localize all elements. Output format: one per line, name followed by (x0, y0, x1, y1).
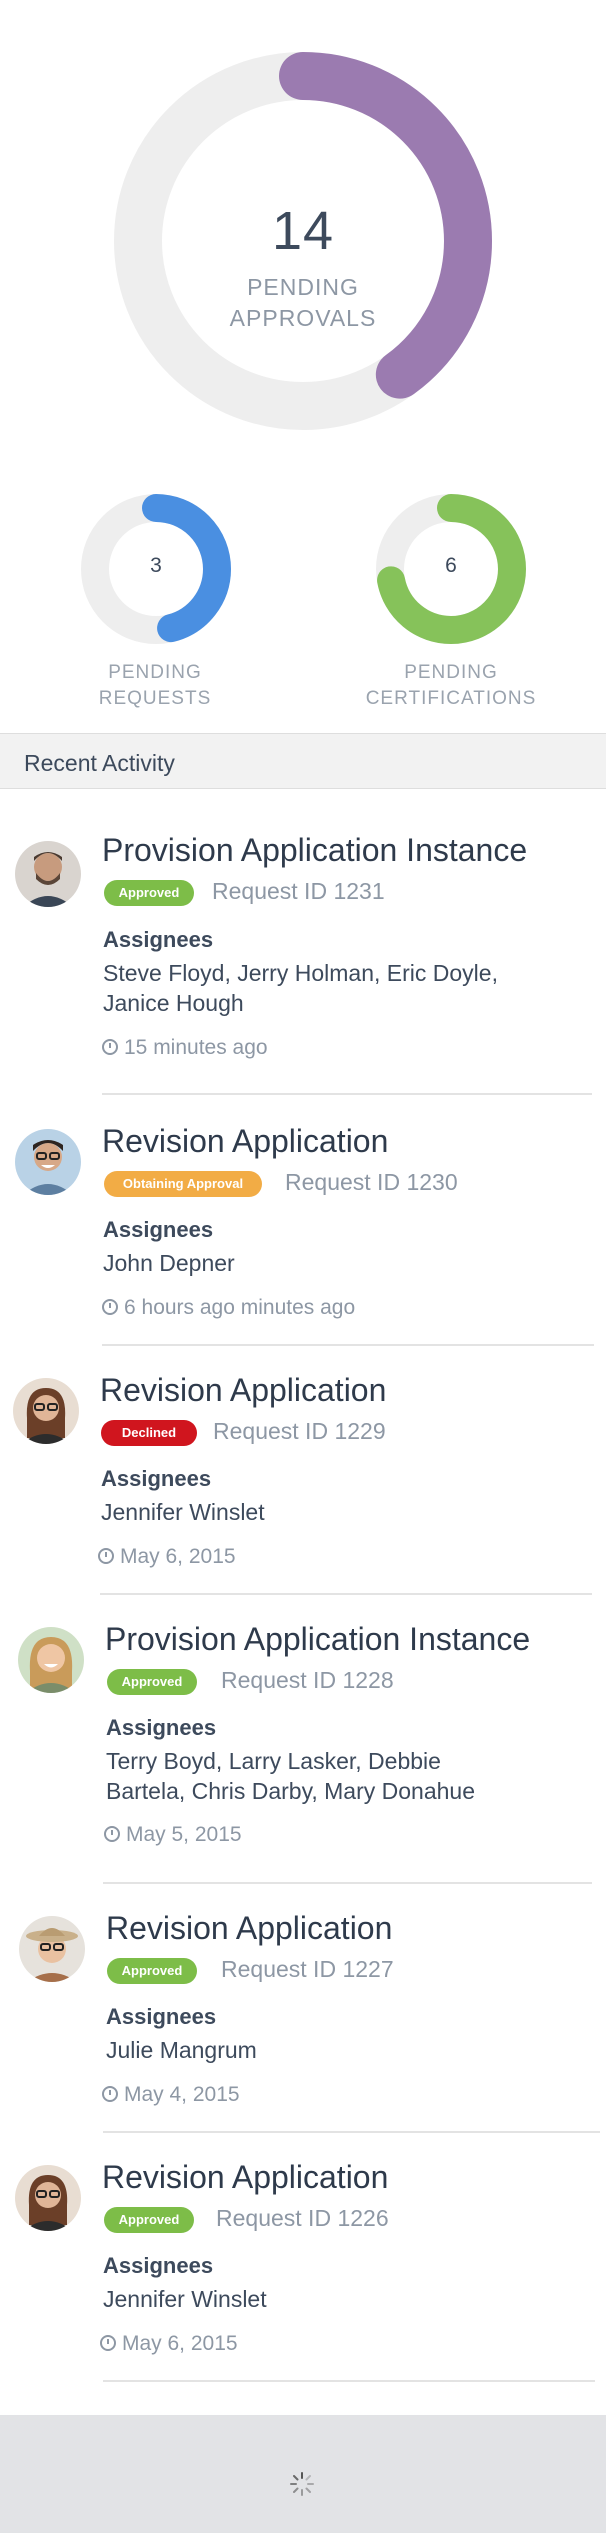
timestamp: May 4, 2015 (102, 2083, 240, 2107)
pending-certifications-count: 6 (445, 554, 457, 577)
request-id: Request ID 1228 (221, 1667, 394, 1693)
request-id: Request ID 1231 (212, 878, 385, 904)
timestamp: May 6, 2015 (98, 1545, 236, 1569)
activity-title[interactable]: Revision Application (102, 1123, 388, 1160)
assignees-heading: Assignees (106, 1715, 217, 1740)
recent-activity-header: Recent Activity (0, 733, 606, 789)
pending-approvals-count: 14 (271, 201, 335, 261)
pending-certifications-label: PENDING CERTIFICATIONS (331, 660, 571, 712)
clock-icon (98, 1548, 114, 1564)
recent-activity-title: Recent Activity (24, 750, 175, 776)
activity-item[interactable]: Revision Application Approved Request ID… (0, 2133, 606, 2382)
clock-icon (102, 2086, 118, 2102)
timestamp-text: May 6, 2015 (120, 1545, 236, 1568)
status-badge: Obtaining Approval (104, 1171, 262, 1197)
status-badge: Approved (107, 1958, 197, 1984)
activity-item[interactable]: Revision Application Declined Request ID… (0, 1346, 606, 1595)
timestamp: 6 hours ago minutes ago (102, 1296, 355, 1320)
woman-smiling-avatar (18, 1627, 84, 1693)
item-divider (102, 1093, 592, 1095)
activity-title[interactable]: Provision Application Instance (102, 832, 527, 869)
clock-icon (102, 1299, 118, 1315)
assignees-list: Jennifer Winslet (103, 2286, 267, 2312)
pending-requests-label-line2: REQUESTS (98, 688, 212, 709)
woman-hat-avatar (19, 1916, 85, 1982)
pending-requests-label-line1: PENDING (108, 662, 202, 683)
pending-requests-label: PENDING REQUESTS (35, 660, 275, 712)
clock-icon (104, 1826, 120, 1842)
timestamp: May 6, 2015 (100, 2332, 238, 2356)
activity-title[interactable]: Revision Application (100, 1372, 386, 1409)
status-badge: Approved (104, 2207, 194, 2233)
pending-certifications-label-line1: PENDING (404, 662, 498, 683)
assignees-heading: Assignees (103, 927, 214, 952)
activity-item[interactable]: Provision Application Instance Approved … (0, 1595, 606, 1884)
assignees-heading: Assignees (103, 1217, 214, 1242)
request-id: Request ID 1230 (285, 1169, 458, 1195)
assignees-list: Julie Mangrum (106, 2037, 257, 2063)
timestamp-text: May 5, 2015 (126, 1823, 242, 1846)
man-beard-avatar (15, 841, 81, 907)
pending-approvals-donut[interactable]: 14 PENDING APPROVALS (112, 50, 494, 432)
load-more-footer (0, 2415, 606, 2533)
request-id: Request ID 1226 (216, 2205, 389, 2231)
pending-requests-count: 3 (150, 554, 162, 577)
assignees-list: John Depner (103, 1250, 235, 1276)
request-id: Request ID 1229 (213, 1418, 386, 1444)
timestamp: May 5, 2015 (104, 1823, 242, 1847)
activity-item[interactable]: Revision Application Approved Request ID… (0, 1884, 606, 2133)
pending-requests-donut[interactable]: 3 (79, 492, 233, 646)
pending-approvals-label-line1: PENDING (247, 274, 359, 300)
status-badge: Approved (107, 1669, 197, 1695)
pending-certifications-label-line2: CERTIFICATIONS (365, 688, 537, 709)
activity-title[interactable]: Provision Application Instance (105, 1621, 530, 1658)
activity-title[interactable]: Revision Application (106, 1910, 392, 1947)
status-badge: Declined (101, 1420, 197, 1446)
pending-approvals-label-line2: APPROVALS (229, 305, 377, 331)
loading-spinner-icon (290, 2472, 314, 2496)
assignees-heading: Assignees (106, 2004, 217, 2029)
timestamp: 15 minutes ago (102, 1036, 268, 1060)
status-badge: Approved (104, 880, 194, 906)
request-id: Request ID 1227 (221, 1956, 394, 1982)
timestamp-text: 6 hours ago minutes ago (124, 1296, 356, 1319)
assignees-list: Jennifer Winslet (101, 1499, 265, 1525)
assignees-heading: Assignees (103, 2253, 214, 2278)
pending-certifications-donut[interactable]: 6 (374, 492, 528, 646)
activity-title[interactable]: Revision Application (102, 2159, 388, 2196)
timestamp-text: May 6, 2015 (122, 2332, 238, 2355)
timestamp-text: May 4, 2015 (124, 2083, 240, 2106)
woman-glasses-avatar (15, 2165, 81, 2231)
assignees-list: Steve Floyd, Jerry Holman, Eric Doyle, J… (103, 960, 498, 1016)
activity-item[interactable]: Revision Application Obtaining Approval … (0, 1097, 606, 1346)
assignees-list: Terry Boyd, Larry Lasker, Debbie Bartela… (106, 1748, 475, 1804)
timestamp-text: 15 minutes ago (124, 1036, 268, 1059)
activity-item[interactable]: Provision Application Instance Approved … (0, 820, 606, 1096)
item-divider (103, 2380, 595, 2382)
woman-glasses-avatar (13, 1378, 79, 1444)
man-glasses-avatar (15, 1129, 81, 1195)
clock-icon (102, 1039, 118, 1055)
assignees-heading: Assignees (101, 1466, 212, 1491)
clock-icon (100, 2335, 116, 2351)
